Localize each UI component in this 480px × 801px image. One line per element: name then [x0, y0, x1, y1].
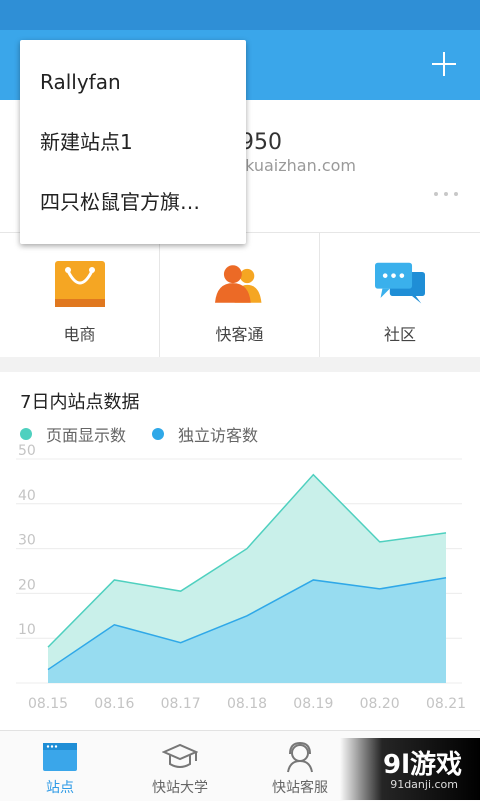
x-tick-label: 08.16	[94, 696, 134, 712]
watermark-url: 91danji.com	[390, 778, 458, 791]
feature-community[interactable]: 社区	[320, 233, 480, 357]
tab-university[interactable]: 快站大学	[120, 731, 240, 801]
feature-label: 快客通	[215, 325, 264, 344]
dropdown-item-site[interactable]: Rallyfan	[20, 52, 246, 112]
feature-kuaiketong[interactable]: 快客通	[160, 233, 320, 357]
legend-label: 独立访客数	[178, 426, 259, 445]
x-tick-label: 08.17	[161, 696, 201, 712]
feature-label: 电商	[63, 325, 96, 344]
support-headset-icon	[287, 741, 313, 773]
site-domain-text: .kuaizhan.com	[240, 156, 356, 175]
y-tick-label: 20	[18, 577, 36, 593]
site-id-text: 950	[240, 130, 282, 155]
watermark-logo: 9l游戏	[382, 750, 462, 780]
feature-label: 社区	[383, 325, 416, 344]
x-tick-label: 08.20	[360, 696, 400, 712]
feature-grid: 电商 快客通 社区	[0, 232, 480, 357]
graduation-cap-icon	[162, 743, 198, 768]
feature-ecommerce[interactable]: 电商	[0, 233, 160, 357]
legend-label: 页面显示数	[46, 426, 127, 445]
dropdown-item-site[interactable]: 四只松鼠官方旗…	[20, 172, 246, 232]
chart-legend: 页面显示数 独立访客数	[20, 422, 258, 446]
x-tick-label: 08.18	[227, 696, 267, 712]
chat-bubbles-icon	[375, 262, 425, 304]
legend-dot	[20, 428, 32, 440]
legend-item-pageviews: 页面显示数	[20, 422, 126, 446]
tab-site[interactable]: 站点	[0, 731, 120, 801]
y-tick-label: 30	[18, 533, 36, 549]
y-tick-label: 10	[18, 622, 36, 638]
chart-title: 7日内站点数据	[20, 392, 140, 413]
more-options-icon[interactable]	[434, 184, 458, 204]
legend-item-visitors: 独立访客数	[152, 422, 258, 446]
tab-label: 快站大学	[152, 780, 208, 796]
dropdown-item-site[interactable]: 新建站点1	[20, 112, 246, 172]
legend-dot	[152, 428, 165, 440]
site-window-icon	[43, 743, 77, 771]
shopping-bag-icon	[55, 261, 105, 307]
tab-label: 站点	[46, 780, 74, 796]
add-site-button[interactable]	[424, 44, 464, 84]
y-tick-label: 40	[18, 488, 36, 504]
status-bar	[0, 0, 480, 30]
users-icon	[215, 265, 262, 303]
site-stats-chart-card: 10 20 30 40 50 08.15 08.16 08.17 08.18 08.19 08.20…	[0, 372, 480, 730]
x-tick-label: 08.15	[28, 696, 68, 712]
x-tick-label: 08.21	[426, 696, 466, 712]
watermark: 9l游戏 91danji.com	[340, 738, 480, 800]
x-tick-label: 08.19	[293, 696, 333, 712]
site-switcher-dropdown: Rallyfan 新建站点1 四只松鼠官方旗…	[20, 40, 246, 244]
